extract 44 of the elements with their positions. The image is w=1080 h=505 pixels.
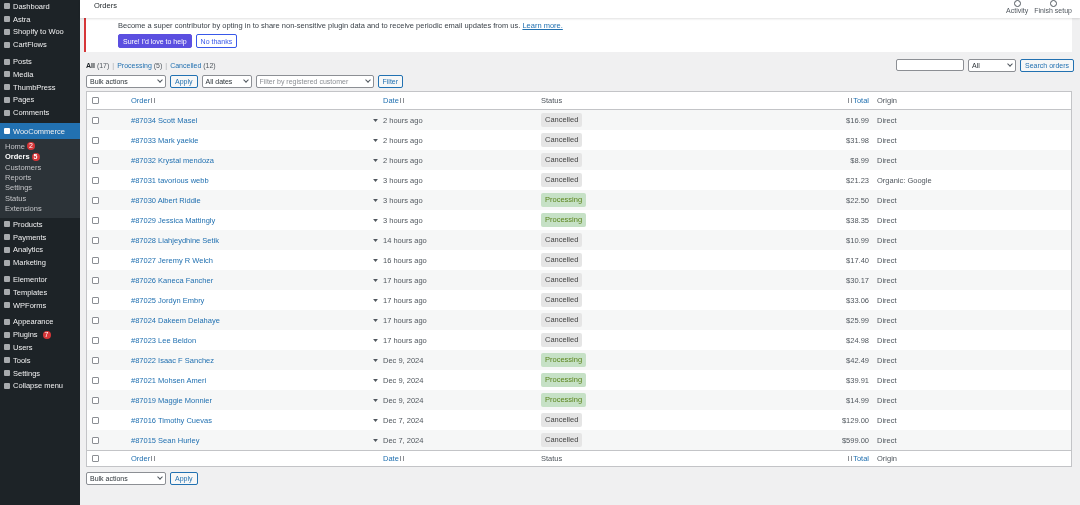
row-checkbox[interactable] [92, 396, 99, 404]
preview-icon[interactable] [373, 298, 378, 302]
row-checkbox[interactable] [92, 316, 99, 324]
preview-icon[interactable] [373, 118, 378, 122]
preview-icon[interactable] [373, 398, 378, 402]
row-checkbox[interactable] [92, 256, 99, 264]
preview-icon[interactable] [373, 318, 378, 322]
row-checkbox[interactable] [92, 136, 99, 144]
row-checkbox[interactable] [92, 196, 99, 204]
sort-icon [848, 98, 853, 103]
sort-icon [399, 456, 404, 461]
row-checkbox[interactable] [92, 336, 99, 344]
preview-icon[interactable] [373, 258, 378, 262]
row-checkbox[interactable] [92, 176, 99, 184]
select-all-checkbox[interactable] [92, 97, 99, 104]
preview-icon[interactable] [373, 178, 378, 182]
sort-icon [399, 98, 404, 103]
row-checkbox[interactable] [92, 156, 99, 164]
preview-icon[interactable] [373, 278, 378, 282]
sort-icon [848, 456, 853, 461]
row-checkbox[interactable] [92, 236, 99, 244]
row-checkbox[interactable] [92, 416, 99, 424]
row-checkbox[interactable] [92, 116, 99, 124]
preview-icon[interactable] [373, 418, 378, 422]
preview-icon[interactable] [373, 138, 378, 142]
preview-icon[interactable] [373, 338, 378, 342]
row-checkbox[interactable] [92, 296, 99, 304]
preview-icon[interactable] [373, 218, 378, 222]
row-checkbox[interactable] [92, 436, 99, 444]
preview-icon[interactable] [373, 358, 378, 362]
row-checkbox[interactable] [92, 356, 99, 364]
preview-icon[interactable] [373, 438, 378, 442]
row-checkbox[interactable] [92, 376, 99, 384]
preview-icon[interactable] [373, 198, 378, 202]
row-checkbox[interactable] [92, 216, 99, 224]
menu-icon [4, 128, 10, 135]
preview-icon[interactable] [373, 158, 378, 162]
sort-icon [151, 456, 156, 461]
select-all-checkbox[interactable] [92, 455, 99, 462]
preview-icon[interactable] [373, 378, 378, 382]
sort-icon [151, 98, 156, 103]
preview-icon[interactable] [373, 238, 378, 242]
search-field[interactable] [896, 59, 965, 71]
row-checkbox[interactable] [92, 276, 99, 284]
